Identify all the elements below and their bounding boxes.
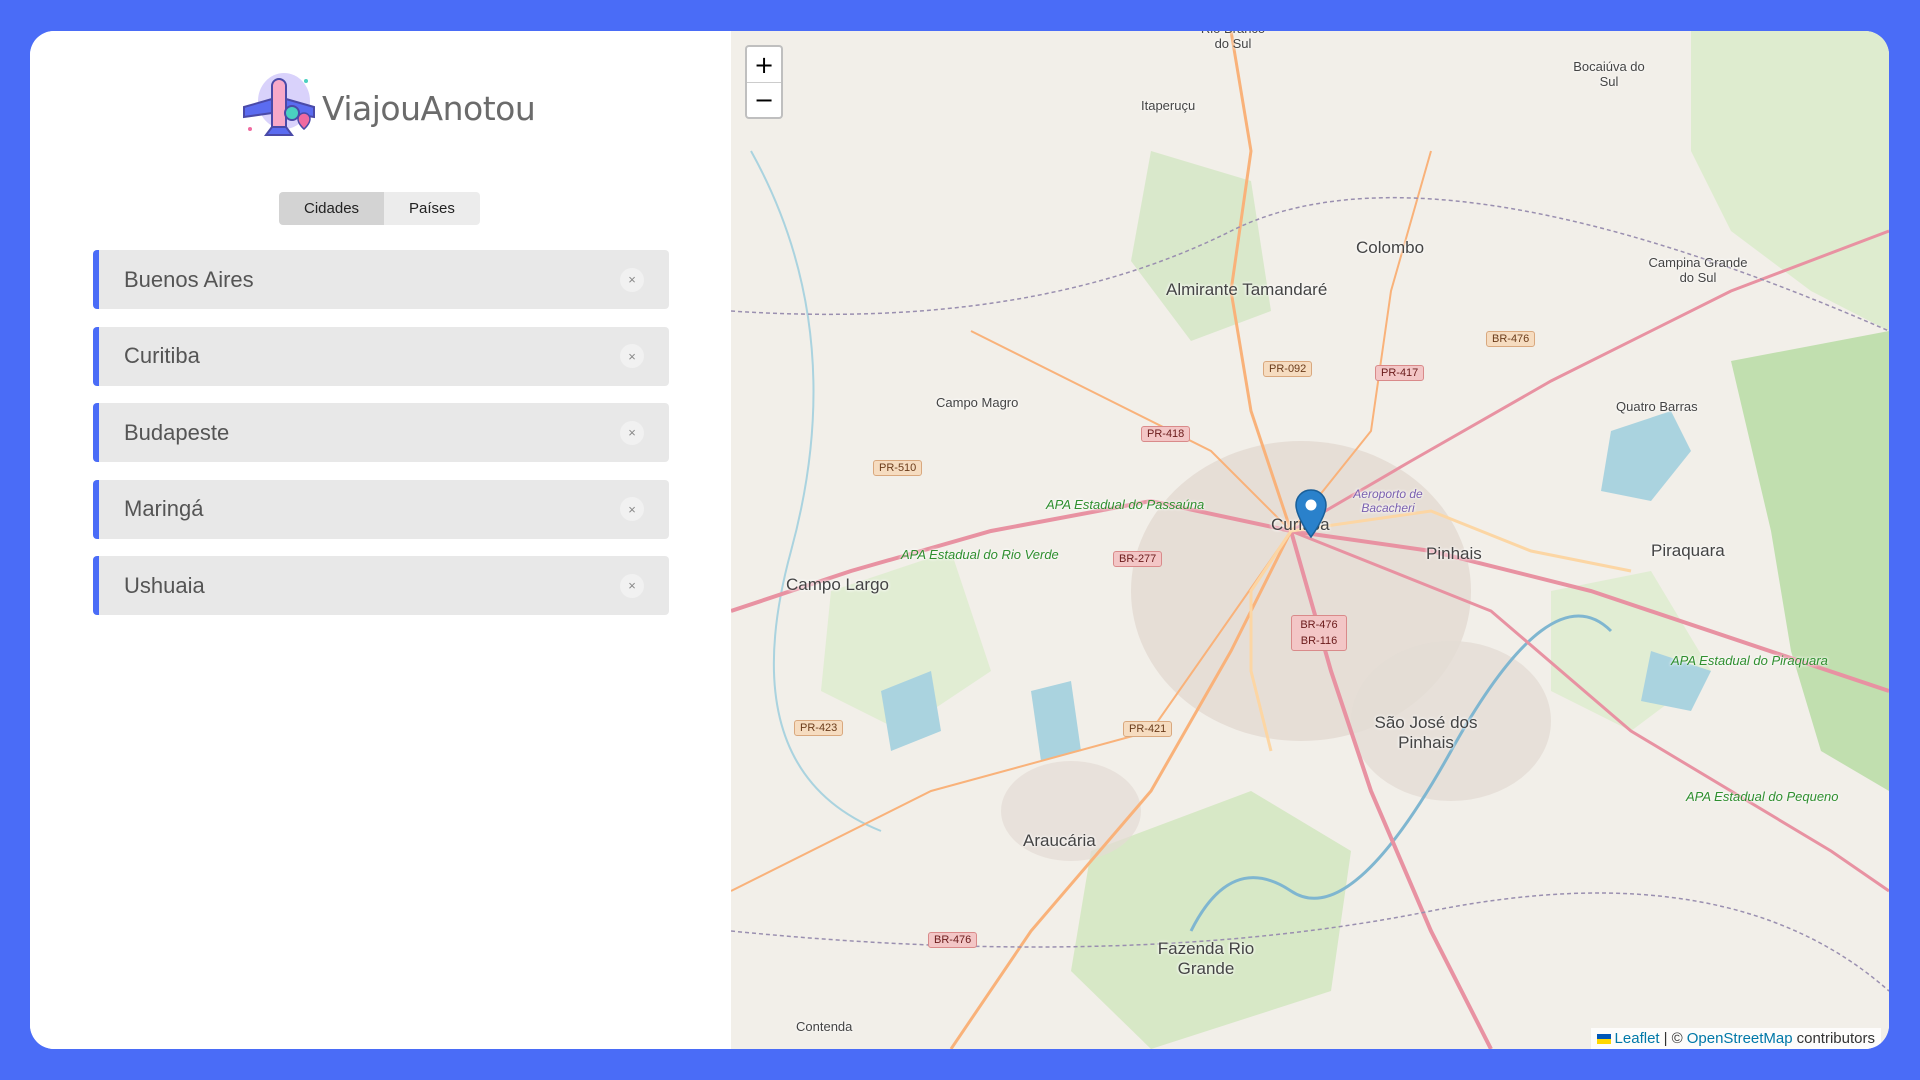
ukraine-flag-icon — [1596, 1033, 1611, 1044]
sidebar: ViajouAnotou Cidades Países Buenos Aires… — [30, 31, 731, 1049]
map-label-rio-branco-do-sul: Rio Branco do Sul — [1201, 31, 1265, 51]
zoom-in-button[interactable]: + — [747, 47, 781, 82]
road-shield: PR-417 — [1375, 365, 1425, 381]
app-window: ViajouAnotou Cidades Países Buenos Aires… — [30, 31, 1889, 1049]
attribution-separator: | © — [1663, 1030, 1683, 1047]
openstreetmap-link[interactable]: OpenStreetMap — [1687, 1030, 1793, 1047]
road-shield: PR-418 — [1141, 426, 1191, 442]
road-shield: PR-421 — [1123, 721, 1173, 737]
map-label-contenda: Contenda — [796, 1019, 853, 1034]
list-item[interactable]: Budapeste × — [93, 403, 669, 462]
app-title: ViajouAnotou — [322, 88, 536, 128]
map-label-quatro-barras: Quatro Barras — [1616, 399, 1698, 414]
map-label-aeroporto: Aeroporto de Bacacheri — [1353, 487, 1423, 515]
tab-paises[interactable]: Países — [384, 192, 480, 225]
city-name: Budapeste — [124, 419, 230, 445]
leaflet-link[interactable]: Leaflet — [1615, 1030, 1660, 1047]
map-tiles[interactable] — [731, 31, 1889, 1049]
city-name: Ushuaia — [124, 572, 205, 598]
map-label-apa-rio-verde: APA Estadual do Rio Verde — [901, 547, 1059, 562]
map-label-sao-jose-dos-pinhais: São José dos Pinhais — [1374, 713, 1478, 752]
map-label-campina-grande-do-sul: Campina Grande do Sul — [1648, 255, 1748, 285]
remove-city-button[interactable]: × — [620, 573, 644, 598]
map-label-apa-pequeno: APA Estadual do Pequeno — [1686, 789, 1839, 804]
map-label-itaperucu: Itaperuçu — [1141, 98, 1196, 113]
airplane-logo-icon — [243, 73, 315, 136]
city-list: Buenos Aires × Curitiba × Budapeste × Ma… — [93, 250, 669, 633]
map-label-apa-piraquara: APA Estadual do Piraquara — [1671, 653, 1828, 668]
list-item[interactable]: Buenos Aires × — [93, 250, 669, 309]
zoom-out-button[interactable]: − — [747, 82, 781, 117]
remove-city-button[interactable]: × — [620, 267, 644, 292]
map-label-colombo: Colombo — [1356, 238, 1425, 257]
view-tabs: Cidades Países — [279, 192, 480, 225]
road-shield: PR-510 — [873, 460, 923, 476]
map-label-pinhais: Pinhais — [1426, 544, 1482, 563]
app-logo: ViajouAnotou — [236, 67, 536, 149]
map-label-araucaria: Araucária — [1023, 831, 1096, 850]
map-label-almirante-tamandare: Almirante Tamandaré — [1166, 280, 1328, 299]
list-item[interactable]: Curitiba × — [93, 326, 669, 386]
list-item[interactable]: Ushuaia × — [93, 556, 669, 615]
map-label-piraquara: Piraquara — [1651, 541, 1725, 560]
road-shield: PR-092 — [1263, 361, 1313, 377]
map-label-campo-largo: Campo Largo — [786, 575, 890, 594]
map-view[interactable]: Curitiba Colombo Almirante Tamandaré Cam… — [731, 31, 1889, 1049]
map-label-fazenda-rio-grande: Fazenda Rio Grande — [1157, 939, 1255, 978]
remove-city-button[interactable]: × — [620, 420, 644, 445]
city-name: Maringá — [124, 496, 204, 521]
map-label-bocaiuva-do-sul: Bocaiúva do Sul — [1573, 59, 1645, 89]
tab-cidades[interactable]: Cidades — [279, 192, 385, 225]
road-shield: PR-423 — [794, 720, 844, 736]
zoom-control: + − — [745, 45, 783, 119]
remove-city-button[interactable]: × — [620, 344, 644, 368]
road-shield: BR-476 — [1486, 331, 1536, 347]
map-attribution: Leaflet | © OpenStreetMap contributors — [1590, 1028, 1881, 1049]
road-shield: BR-476 — [928, 932, 978, 948]
road-shield: BR-277 — [1113, 551, 1163, 567]
list-item[interactable]: Maringá × — [93, 479, 669, 539]
city-name: Buenos Aires — [124, 266, 254, 292]
remove-city-button[interactable]: × — [620, 497, 644, 521]
attribution-contributors: contributors — [1796, 1030, 1875, 1047]
city-name: Curitiba — [124, 343, 200, 368]
road-shield: BR-476 BR-116 — [1291, 615, 1347, 651]
map-label-apa-passauna: APA Estadual do Passaúna — [1046, 497, 1205, 512]
map-pin-icon[interactable] — [1295, 489, 1327, 539]
map-label-campo-magro: Campo Magro — [936, 395, 1019, 410]
